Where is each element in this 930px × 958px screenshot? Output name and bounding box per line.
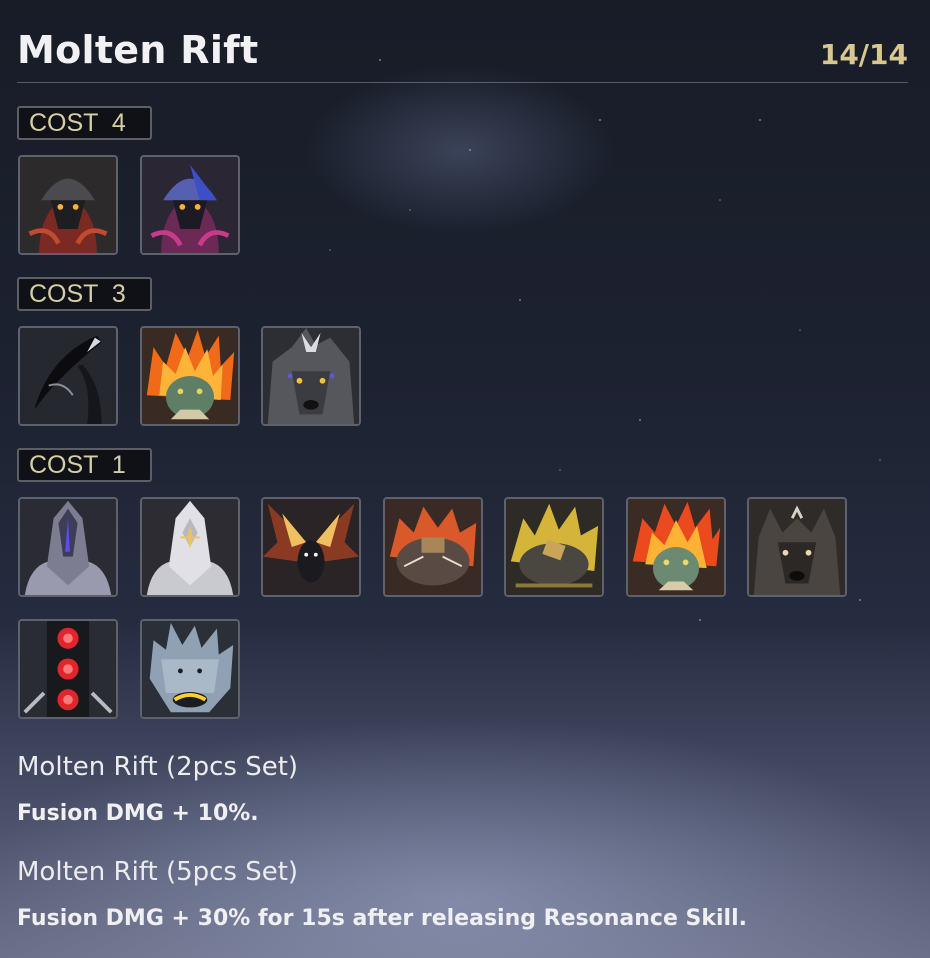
yellow-rock-turtle-icon — [506, 499, 602, 595]
effect-5pc-description: Fusion DMG + 30% for 15s after releasing… — [17, 906, 747, 931]
effect-5pc-title: Molten Rift (5pcs Set) — [17, 857, 299, 887]
echo-tile-hooded-lava-golem[interactable] — [18, 155, 118, 255]
hooded-lava-golem-icon — [20, 157, 116, 253]
hooded-crystal-golem-icon — [142, 157, 238, 253]
set-header: Molten Rift 14/14 — [17, 26, 908, 83]
cost-3-badge: COST 3 — [17, 277, 152, 311]
red-signal-tower-icon — [20, 621, 116, 717]
effect-2pc-description: Fusion DMG + 10%. — [17, 801, 259, 826]
orange-rock-turtle-icon — [385, 499, 481, 595]
echo-tile-dark-wolf[interactable] — [747, 497, 847, 597]
flame-maned-lizard-icon — [142, 328, 238, 424]
echo-tile-frost-spiked-beast[interactable] — [140, 619, 240, 719]
ember-moth-icon — [263, 499, 359, 595]
echo-tile-red-signal-tower[interactable] — [18, 619, 118, 719]
echo-tile-black-scythe-wing[interactable] — [18, 326, 118, 426]
echo-tile-grey-spiked-wolf[interactable] — [261, 326, 361, 426]
set-collection-count: 14/14 — [819, 38, 908, 71]
echo-tile-flame-maned-lizard[interactable] — [140, 326, 240, 426]
purple-visor-knight-icon — [20, 499, 116, 595]
echo-tile-white-gold-knight[interactable] — [140, 497, 240, 597]
orange-crested-lizard-icon — [628, 499, 724, 595]
echo-tile-ember-moth[interactable] — [261, 497, 361, 597]
set-title: Molten Rift — [17, 28, 259, 72]
echo-tile-orange-crested-lizard[interactable] — [626, 497, 726, 597]
grey-spiked-wolf-icon — [263, 328, 359, 424]
white-gold-knight-icon — [142, 499, 238, 595]
frost-spiked-beast-icon — [142, 621, 238, 717]
effect-2pc-title: Molten Rift (2pcs Set) — [17, 752, 299, 782]
echo-tile-purple-visor-knight[interactable] — [18, 497, 118, 597]
dark-wolf-icon — [749, 499, 845, 595]
echo-tile-yellow-rock-turtle[interactable] — [504, 497, 604, 597]
echo-tile-hooded-crystal-golem[interactable] — [140, 155, 240, 255]
cost-4-badge: COST 4 — [17, 106, 152, 140]
black-scythe-wing-icon — [20, 328, 116, 424]
echo-tile-orange-rock-turtle[interactable] — [383, 497, 483, 597]
cost-1-badge: COST 1 — [17, 448, 152, 482]
